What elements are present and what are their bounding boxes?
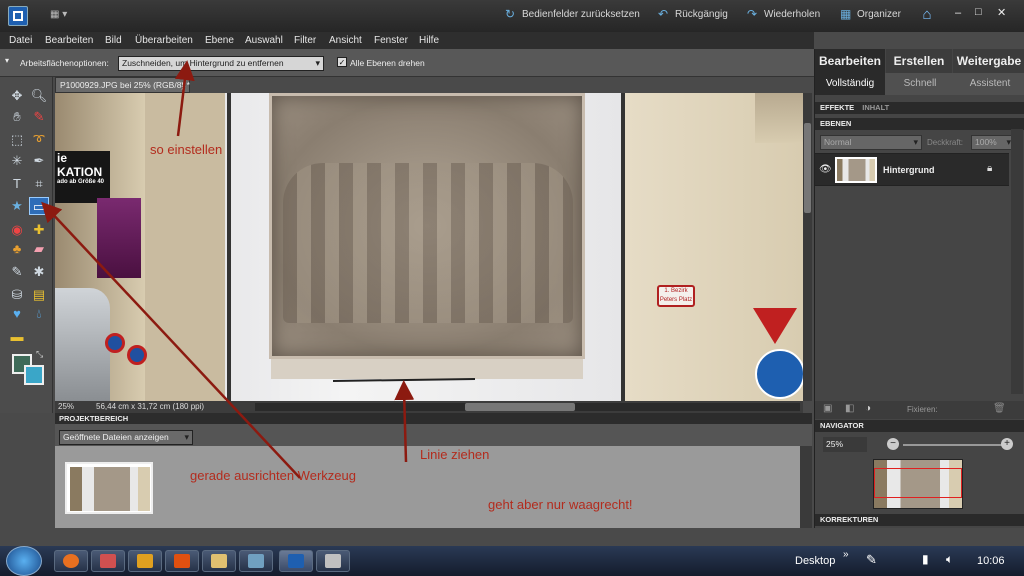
tab-weitergabe[interactable]: Weitergabe [953, 49, 1024, 73]
taskbar-app-2[interactable] [91, 550, 125, 572]
arrow-to-straighten-tool [41, 201, 301, 479]
opacity-label: Deckkraft: [927, 138, 964, 147]
layers-footer: ▣ ◧ ◑ Fixieren: 🗑︎ [815, 401, 1024, 419]
mask-icon[interactable]: ◧ [845, 403, 854, 414]
taskbar-app-3[interactable] [128, 550, 162, 572]
tray-power-icon[interactable]: ▮ [922, 552, 929, 566]
tab-inhalt[interactable]: INHALT [862, 103, 889, 112]
layer-lock-icon: 🔒︎ [987, 163, 993, 174]
taskbar-explorer[interactable] [202, 550, 236, 572]
corrections-panel-header[interactable]: KORREKTUREN [815, 514, 1024, 526]
tab-bearbeiten[interactable]: Bearbeiten [815, 49, 885, 73]
subtab-schnell[interactable]: Schnell [885, 73, 955, 95]
effects-panel-header: EFFEKTE INHALT [815, 102, 1024, 114]
zoom-in-icon[interactable]: + [1001, 438, 1013, 450]
arrow-to-line [394, 380, 415, 463]
layer-visibility-eye-icon[interactable]: 👁︎ [819, 164, 832, 175]
navigator-panel-header[interactable]: NAVIGATOR [815, 420, 1024, 432]
navigator-zoom-field[interactable]: 25% [823, 437, 867, 452]
tray-flag-icon[interactable]: ✎ [866, 552, 877, 568]
desktop-expand-icon[interactable]: » [843, 549, 849, 560]
taskbar-app-6[interactable] [239, 550, 273, 572]
layer-name: Hintergrund [883, 165, 935, 175]
taskbar-firefox[interactable] [54, 550, 88, 572]
desktop-toolbar-label[interactable]: Desktop [795, 555, 835, 567]
opacity-field[interactable]: 100% [971, 135, 1015, 150]
windows-taskbar: Desktop » ✎ ▮ 🔈︎ 10:06 [0, 546, 1024, 576]
taskbar-photoshop-elements[interactable] [279, 550, 313, 572]
layer-row-hintergrund[interactable]: 👁︎ Hintergrund 🔒︎ [815, 153, 1009, 186]
taskbar-app-4[interactable] [165, 550, 199, 572]
arrow-to-options [174, 60, 195, 137]
panel-bin: Bearbeiten Erstellen Weitergabe Vollstän… [814, 49, 1024, 528]
layer-thumbnail [835, 157, 877, 183]
zoom-out-icon[interactable]: − [887, 438, 899, 450]
tab-erstellen[interactable]: Erstellen [886, 49, 952, 73]
taskbar-clock[interactable]: 10:06 [977, 555, 1005, 567]
layers-scrollbar[interactable] [1011, 129, 1023, 394]
navigator-zoom-slider[interactable] [903, 444, 1003, 446]
blend-mode-select[interactable]: Normal [820, 135, 922, 150]
subtab-assistent[interactable]: Assistent [955, 73, 1024, 95]
new-layer-icon[interactable]: ▣ [823, 403, 832, 414]
adjustment-layer-icon[interactable]: ◑ [865, 403, 871, 414]
start-button[interactable] [6, 546, 42, 576]
lock-label: Fixieren: [907, 405, 938, 414]
subtab-vollstaendig[interactable]: Vollständig [815, 73, 885, 95]
tray-volume-icon[interactable]: 🔈︎ [946, 552, 953, 567]
tab-effekte[interactable]: EFFEKTE [820, 103, 854, 112]
layers-panel-header[interactable]: EBENEN [815, 118, 1024, 130]
delete-layer-icon[interactable]: 🗑︎ [993, 403, 1006, 414]
taskbar-app-8[interactable] [316, 550, 350, 572]
navigator-preview[interactable] [873, 459, 963, 509]
